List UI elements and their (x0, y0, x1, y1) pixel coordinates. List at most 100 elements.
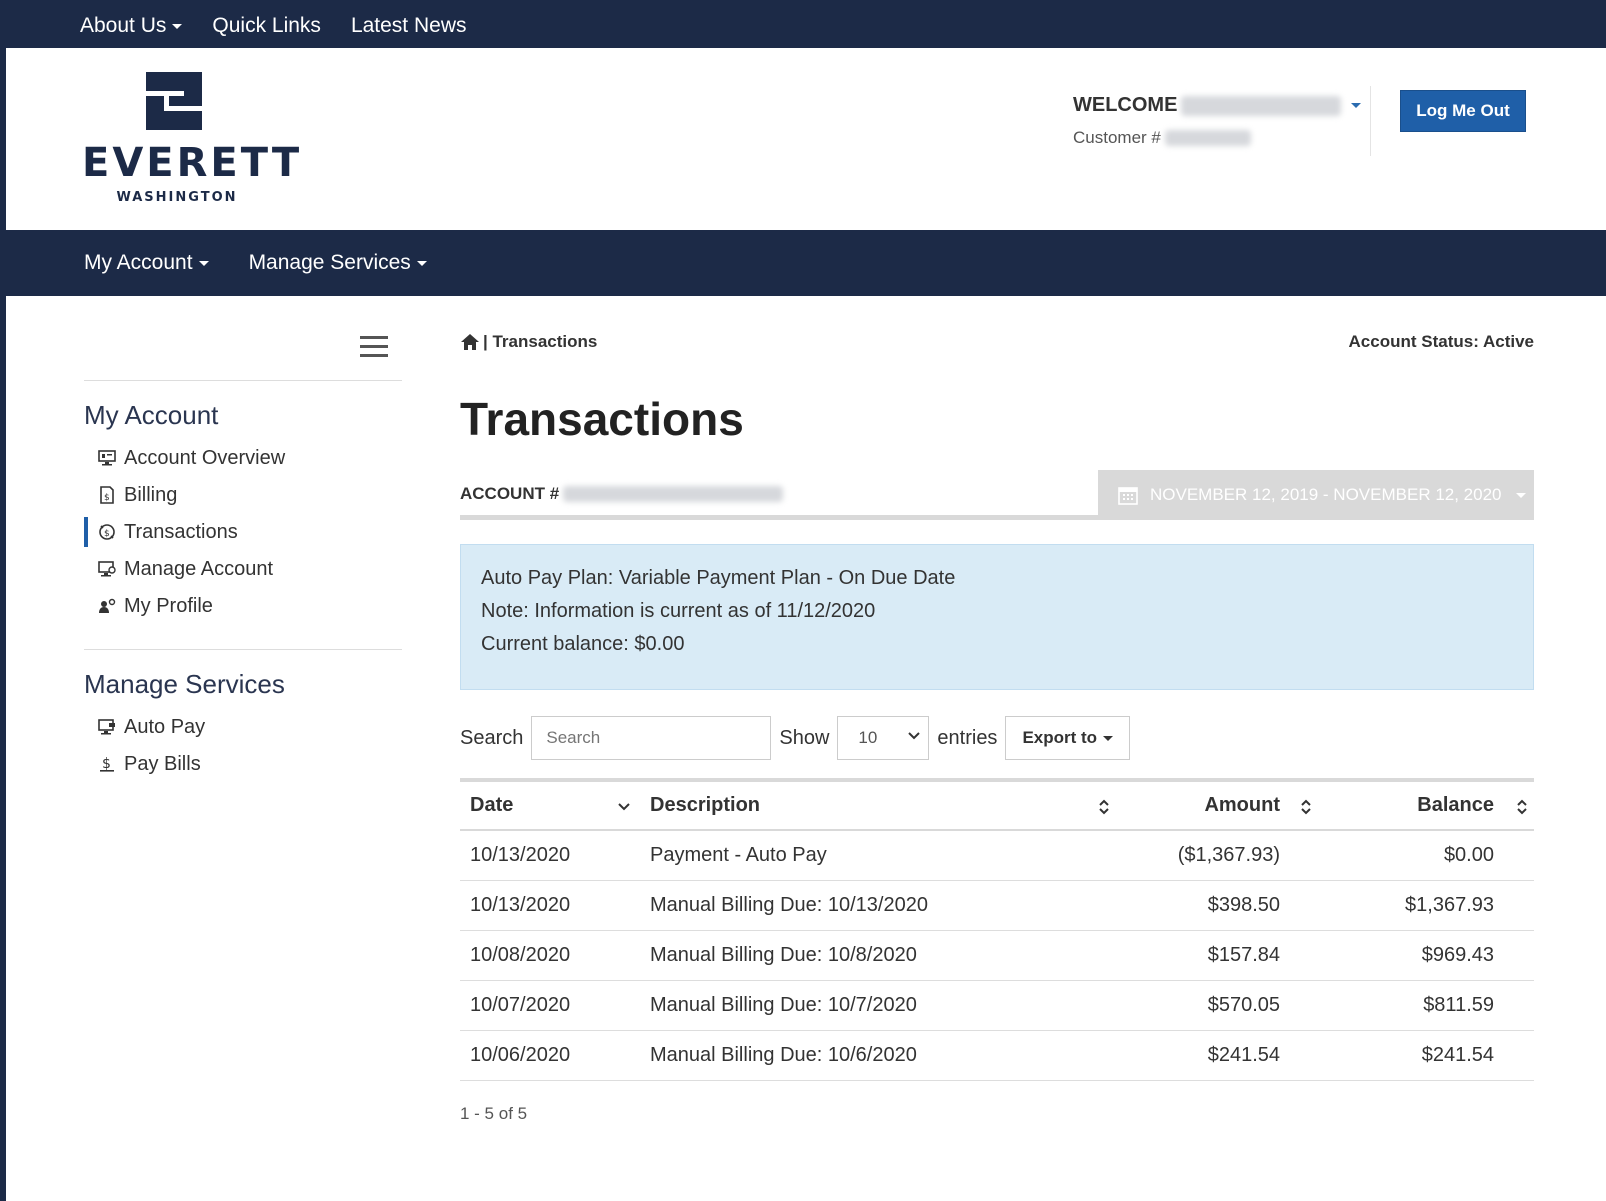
svg-text:$: $ (104, 529, 110, 539)
cell-balance: $0.00 (1320, 830, 1534, 881)
nav-manage-services[interactable]: Manage Services (249, 251, 427, 275)
sidebar-item-pay-bills[interactable]: $ Pay Bills (84, 749, 394, 779)
cell-amount: $398.50 (1140, 880, 1320, 931)
column-description[interactable]: Description (640, 780, 1140, 830)
date-range-label: NOVEMBER 12, 2019 - NOVEMBER 12, 2020 (1150, 485, 1502, 504)
cell-amount: ($1,367.93) (1140, 830, 1320, 881)
table-row: 10/13/2020 Manual Billing Due: 10/13/202… (460, 880, 1534, 931)
about-us-label: About Us (80, 14, 167, 37)
nav-my-account[interactable]: My Account (84, 251, 209, 275)
cell-amount: $241.54 (1140, 1030, 1320, 1081)
caret-down-icon (1103, 735, 1114, 741)
cell-description: Manual Billing Due: 10/7/2020 (640, 980, 1140, 1031)
cell-description: Manual Billing Due: 10/13/2020 (640, 880, 1140, 931)
calendar-icon (1118, 487, 1138, 505)
sidebar-heading-manage-services: Manage Services (84, 669, 285, 699)
caret-down-icon (172, 23, 183, 29)
account-status: Account Status: Active (1348, 332, 1534, 351)
entries-label: entries (937, 726, 998, 749)
latest-news-link[interactable]: Latest News (351, 14, 467, 38)
cell-description: Manual Billing Due: 10/6/2020 (640, 1030, 1140, 1081)
page-frame: About Us Quick Links Latest News EVERETT… (6, 4, 1606, 1201)
export-to-button[interactable]: Export to (1005, 716, 1131, 760)
date-range-picker[interactable]: NOVEMBER 12, 2019 - NOVEMBER 12, 2020 (1098, 470, 1534, 520)
column-amount-label: Amount (1204, 794, 1280, 816)
sidebar-item-auto-pay[interactable]: Auto Pay (84, 712, 394, 742)
column-balance[interactable]: Balance (1320, 780, 1534, 830)
everett-logo[interactable]: EVERETT WASHINGTON (82, 72, 303, 212)
sidebar-item-transactions[interactable]: $ Transactions (84, 517, 394, 547)
sidebar-divider (84, 649, 402, 650)
svg-text:$: $ (102, 756, 111, 772)
account-label: ACCOUNT # (460, 484, 560, 503)
sidebar-item-label: Manage Account (124, 557, 273, 580)
monitor-icon (96, 448, 118, 468)
quick-links-link[interactable]: Quick Links (212, 14, 321, 38)
customer-label: Customer # (1073, 128, 1161, 147)
sort-icon (1517, 799, 1527, 815)
nav-manage-services-label: Manage Services (248, 251, 411, 274)
redacted-username (1181, 95, 1342, 116)
cell-date: 10/06/2020 (460, 1030, 640, 1081)
svg-text:$: $ (104, 493, 110, 503)
customer-number: Customer # (1073, 128, 1251, 148)
sidebar-item-label: Transactions (124, 520, 238, 543)
logo-text: EVERETT (82, 140, 303, 186)
caret-down-icon (198, 260, 209, 266)
welcome-label: WELCOME (1073, 94, 1178, 116)
show-label: Show (779, 726, 830, 749)
transactions-table: Date Description Amount Balance 10/13/20… (460, 778, 1534, 1081)
redacted-customer-number (1164, 130, 1251, 146)
cell-balance: $241.54 (1320, 1030, 1534, 1081)
home-icon[interactable] (460, 333, 480, 351)
sort-icon (1099, 799, 1109, 815)
sort-desc-icon (618, 803, 630, 811)
cell-description: Payment - Auto Pay (640, 830, 1140, 881)
cell-date: 10/13/2020 (460, 880, 640, 931)
sidebar-item-label: Billing (124, 483, 178, 506)
sidebar-item-label: Account Overview (124, 446, 286, 469)
cell-balance: $969.43 (1320, 930, 1534, 981)
column-amount[interactable]: Amount (1140, 780, 1320, 830)
site-header: EVERETT WASHINGTON WELCOME Customer # Lo… (6, 48, 1606, 230)
column-balance-label: Balance (1417, 794, 1494, 816)
entries-select-value: 10 (858, 728, 878, 747)
entries-select[interactable]: 10 (837, 716, 930, 760)
cell-amount: $157.84 (1140, 930, 1320, 981)
about-us-menu[interactable]: About Us (80, 14, 183, 38)
cell-date: 10/07/2020 (460, 980, 640, 1031)
sort-icon (1301, 799, 1311, 815)
cell-balance: $811.59 (1320, 980, 1534, 1031)
account-number: ACCOUNT # (460, 484, 784, 504)
hamburger-menu-icon[interactable] (360, 336, 388, 358)
dollar-icon: $ (96, 754, 118, 774)
sidebar-item-my-profile[interactable]: My Profile (84, 591, 394, 621)
top-utility-bar: About Us Quick Links Latest News (6, 4, 1606, 48)
bill-icon: $ (96, 485, 118, 505)
column-date[interactable]: Date (460, 780, 640, 830)
cell-date: 10/13/2020 (460, 830, 640, 881)
chevron-down-icon (908, 732, 921, 740)
sidebar-divider (84, 380, 402, 381)
search-input[interactable] (531, 716, 772, 760)
sidebar-item-label: My Profile (124, 594, 213, 617)
table-row: 10/08/2020 Manual Billing Due: 10/8/2020… (460, 930, 1534, 981)
sidebar-item-billing[interactable]: $ Billing (84, 480, 394, 510)
breadcrumb: | Transactions (460, 332, 597, 352)
logo-subtext: WASHINGTON (116, 190, 238, 205)
logo-mark-icon (146, 72, 202, 130)
sidebar-heading-my-account: My Account (84, 400, 219, 430)
page-title: Transactions (460, 393, 744, 445)
welcome-user-menu[interactable]: WELCOME (1073, 94, 1362, 117)
transactions-icon: $ (96, 522, 118, 542)
search-label: Search (460, 726, 524, 749)
cell-description: Manual Billing Due: 10/8/2020 (640, 930, 1140, 981)
main-nav: My Account Manage Services (6, 230, 1606, 296)
table-row: 10/06/2020 Manual Billing Due: 10/6/2020… (460, 1030, 1534, 1081)
sidebar-item-account-overview[interactable]: Account Overview (84, 443, 394, 473)
auto-pay-info-box: Auto Pay Plan: Variable Payment Plan - O… (460, 544, 1534, 690)
log-me-out-button[interactable]: Log Me Out (1400, 90, 1526, 132)
cell-date: 10/08/2020 (460, 930, 640, 981)
sidebar-item-manage-account[interactable]: Manage Account (84, 554, 394, 584)
user-gear-icon (96, 596, 118, 616)
